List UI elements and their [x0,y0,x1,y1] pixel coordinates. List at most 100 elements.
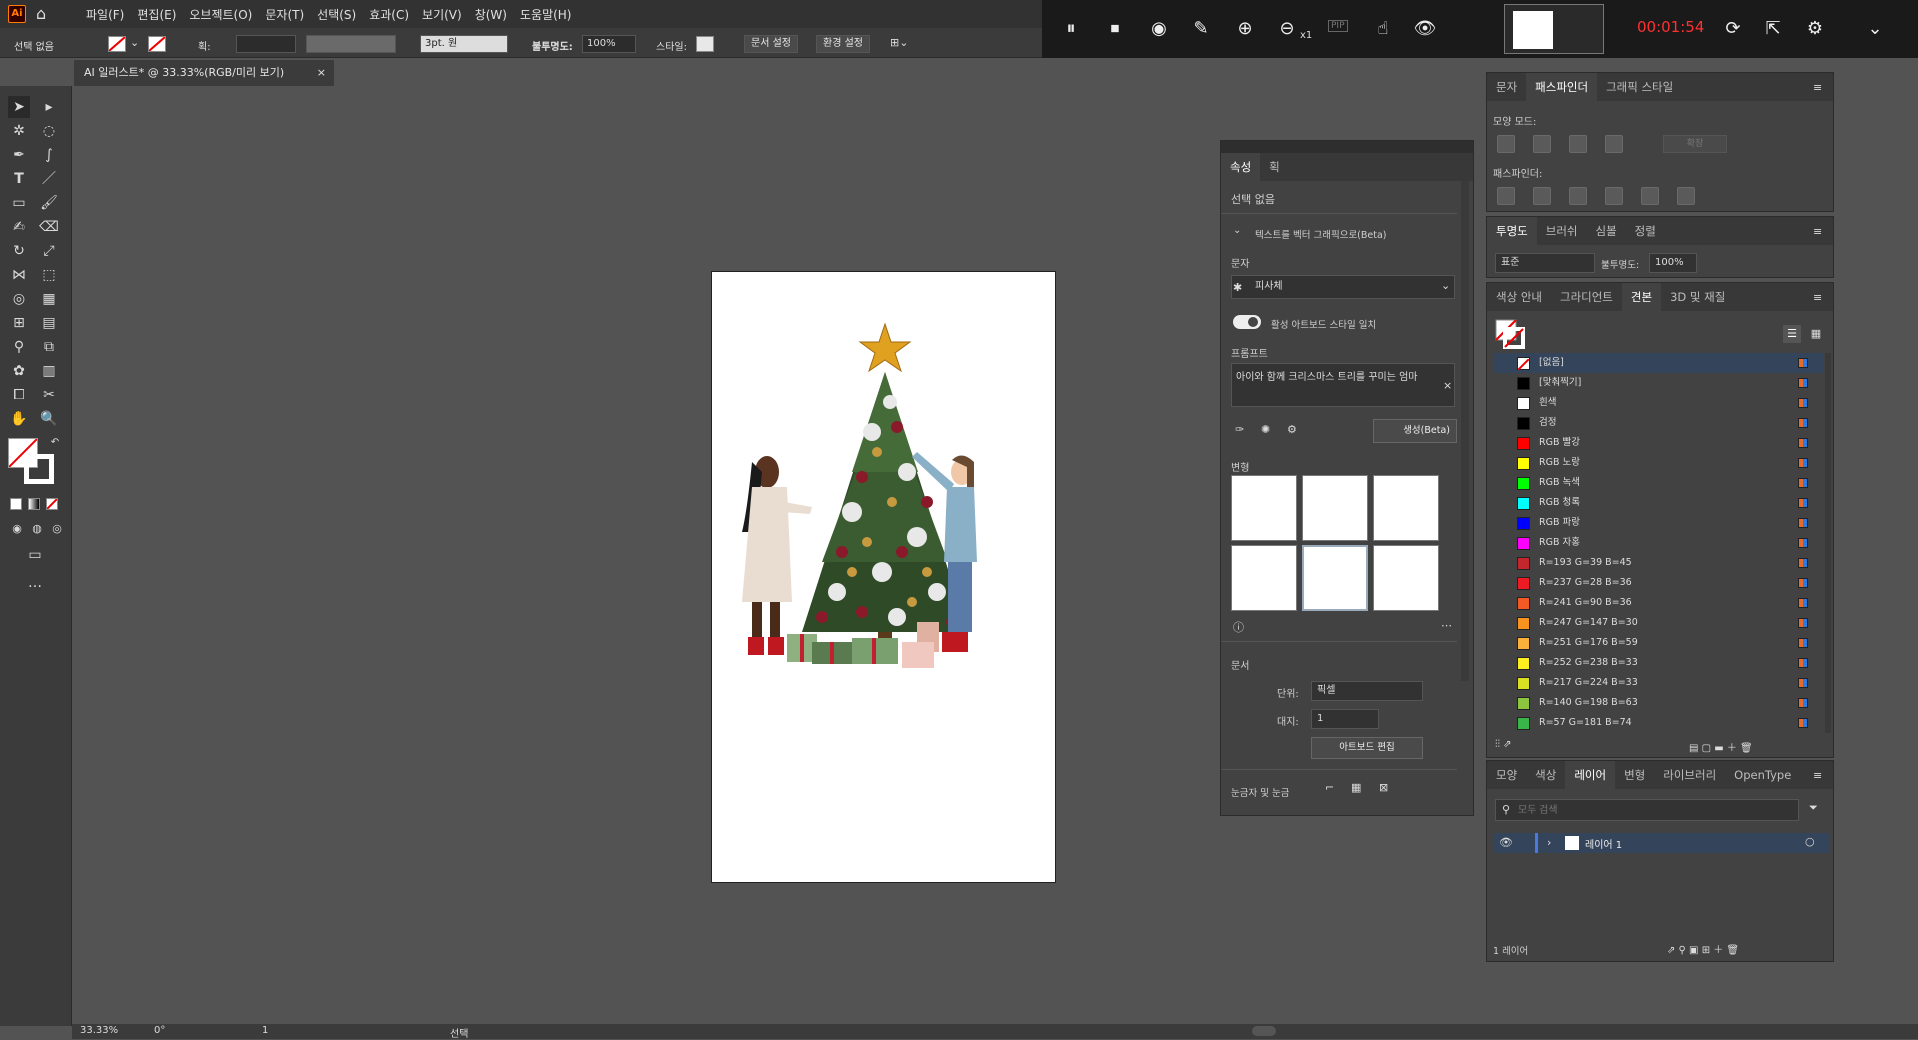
document-setup-button[interactable]: 문서 설정 [744,35,798,53]
menu-window[interactable]: 창(W) [475,6,507,23]
stop-icon[interactable]: ⏹ [1102,16,1128,42]
tab-graphic-styles[interactable]: 그래픽 스타일 [1597,73,1682,101]
grid-icon[interactable]: ▦ [1351,781,1361,794]
zoom-level[interactable]: 33.33% [80,1025,118,1036]
gradient-tool-icon[interactable]: ▤ [38,312,60,334]
shape-builder-tool-icon[interactable]: ◎ [8,288,30,310]
exclude-icon[interactable] [1605,135,1623,153]
preferences-button[interactable]: 환경 설정 [816,35,870,53]
curvature-tool-icon[interactable]: ∫ [38,144,60,166]
rotate-tool-icon[interactable]: ↻ [8,240,30,262]
style-picker-icon[interactable]: ✑ [1235,423,1244,436]
variation-thumbnail-selected[interactable] [1302,545,1368,611]
swatch-options-icons[interactable]: ▤ ▢ ▬ ＋ 🗑 [1689,739,1753,754]
artboard-select[interactable]: 1 [1311,709,1379,729]
stroke-weight-field[interactable] [236,35,296,53]
status-mode[interactable]: 선택 [450,1025,468,1040]
tab-transform[interactable]: 변형 [1615,761,1654,789]
eyedropper-tool-icon[interactable]: ⚲ [8,336,30,358]
mesh-tool-icon[interactable]: ⊞ [8,312,30,334]
menu-object[interactable]: 오브젝트(O) [189,6,252,23]
variation-thumbnail[interactable] [1373,475,1439,541]
zoom-in-icon[interactable]: ⊕ [1232,16,1258,42]
minus-back-icon[interactable] [1677,187,1695,205]
tab-symbols[interactable]: 심볼 [1587,217,1626,245]
panel-menu-icon[interactable]: ≡ [1813,81,1822,94]
panel-menu-icon[interactable]: ≡ [1813,291,1822,304]
swatch-item[interactable]: R=57 G=181 B=74 [1493,713,1823,733]
menu-type[interactable]: 문자(T) [265,6,304,23]
tab-appearance[interactable]: 모양 [1487,761,1526,789]
swatch-item[interactable]: R=241 G=90 B=36 [1493,593,1823,613]
swatch-item[interactable]: [없음] [1493,353,1823,373]
menu-help[interactable]: 도움말(H) [520,6,572,23]
swap-colors-icon[interactable]: ↶ [44,432,66,454]
swatch-libraries-icon[interactable]: ⫶⫶ ⇗ [1495,739,1512,750]
layer-name[interactable]: 레이어 1 [1585,836,1622,851]
tab-gradient[interactable]: 그라디언트 [1551,283,1622,311]
chevron-down-icon[interactable]: ⌄ [1233,225,1241,236]
edit-artboard-button[interactable]: 아트보드 편집 [1311,737,1423,759]
intersect-icon[interactable] [1569,135,1587,153]
unit-select[interactable]: 픽셀 [1311,681,1423,701]
style-swatch[interactable] [696,36,714,52]
zoom-tool-icon[interactable]: 🔍 [38,408,60,430]
pencil-icon[interactable]: ✎ [1188,16,1214,42]
visibility-eye-icon[interactable]: 👁 [1499,836,1513,849]
brush-definition[interactable]: 3pt. 원 [420,35,508,53]
filter-icon[interactable]: ⏷ [1809,801,1818,815]
tab-character[interactable]: 문자 [1487,73,1526,101]
menu-file[interactable]: 파일(F) [86,6,124,23]
tab-align[interactable]: 정렬 [1626,217,1665,245]
document-tab[interactable]: AI 일러스트* @ 33.33%(RGB/미리 보기) × [74,60,334,86]
grid-view-icon[interactable]: ▦ [1807,325,1825,343]
scale-tool-icon[interactable]: ⤢ [38,240,60,262]
tab-3d-materials[interactable]: 3D 및 재질 [1661,283,1734,311]
subject-select[interactable]: 피사체 [1231,275,1455,299]
cursor-effect-icon[interactable]: ☝ [1370,16,1396,42]
vector-section-title[interactable]: 텍스트를 벡터 그래픽으로(Beta) [1255,227,1387,241]
unite-icon[interactable] [1497,135,1515,153]
tab-swatches[interactable]: 견본 [1621,283,1662,311]
width-tool-icon[interactable]: ⋈ [8,264,30,286]
menu-select[interactable]: 선택(S) [317,6,356,23]
layer-row[interactable]: 👁 › 레이어 1 ○ [1493,833,1829,853]
refresh-icon[interactable]: ⟳ [1720,16,1746,42]
tab-libraries[interactable]: 라이브러리 [1654,761,1725,789]
swatch-item[interactable]: 흰색 [1493,393,1823,413]
menu-effect[interactable]: 효과(C) [369,6,409,23]
chevron-down-icon[interactable]: ⌄ [130,36,139,49]
pen-tool-icon[interactable]: ✒ [8,144,30,166]
camera-icon[interactable]: ◉ [1146,16,1172,42]
direct-selection-tool-icon[interactable]: ▸ [38,96,60,118]
shaper-tool-icon[interactable]: ✍ [8,216,30,238]
panel-header[interactable] [1221,141,1473,153]
panel-menu-icon[interactable]: ≡ [1813,225,1822,238]
swatch-item[interactable]: R=247 G=147 B=30 [1493,613,1823,633]
settings-icon[interactable]: ⚙ [1802,16,1828,42]
fill-stroke-indicator[interactable] [1495,319,1525,349]
paintbrush-tool-icon[interactable]: 🖌 [38,192,60,214]
expand-chevron-icon[interactable]: › [1547,836,1551,849]
swatch-item[interactable]: RGB 자홍 [1493,533,1823,553]
zoom-out-icon[interactable]: ⊖ [1274,16,1300,42]
line-tool-icon[interactable]: ／ [38,168,60,190]
swatch-item[interactable]: R=217 G=224 B=33 [1493,673,1823,693]
variation-thumbnail[interactable] [1231,475,1297,541]
swatch-item[interactable]: R=140 G=198 B=63 [1493,693,1823,713]
tab-stroke[interactable]: 획 [1260,153,1289,181]
tab-color-guide[interactable]: 색상 안내 [1487,283,1551,311]
lasso-tool-icon[interactable]: ◌ [38,120,60,142]
list-view-icon[interactable]: ☰ [1783,325,1801,343]
rectangle-tool-icon[interactable]: ▭ [8,192,30,214]
collapse-icon[interactable]: ⌄ [1862,16,1888,42]
color-mode-icon[interactable] [10,498,22,510]
swatch-item[interactable]: RGB 노랑 [1493,453,1823,473]
swatch-item[interactable]: R=252 G=238 B=33 [1493,653,1823,673]
swatch-item[interactable]: RGB 녹색 [1493,473,1823,493]
stroke-swatch[interactable] [148,36,166,52]
swatch-item[interactable]: R=251 G=176 B=59 [1493,633,1823,653]
tab-transparency[interactable]: 투명도 [1487,217,1537,245]
info-icon[interactable]: ⓘ [1233,619,1244,635]
export-icon[interactable]: ⇱ [1760,16,1786,42]
